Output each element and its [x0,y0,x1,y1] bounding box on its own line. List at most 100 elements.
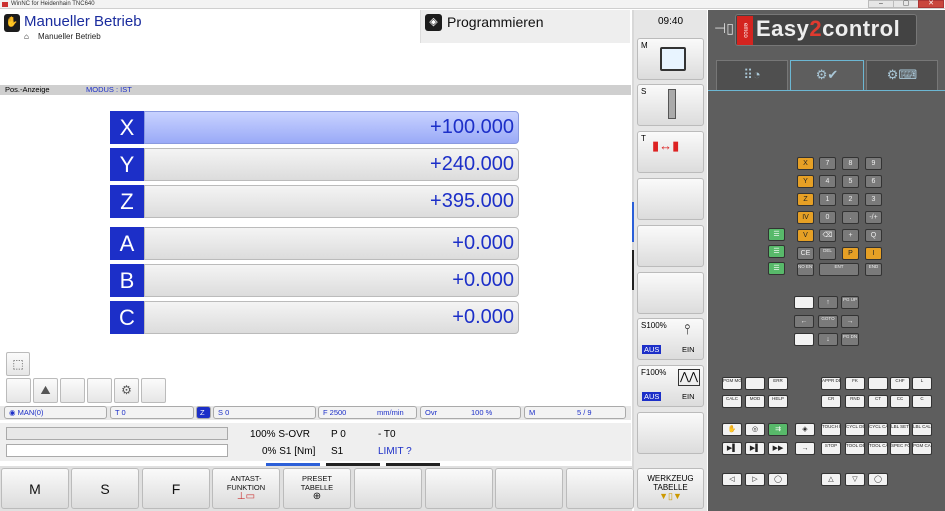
axis-row-x[interactable]: X +100.000 [110,111,519,144]
key-ce[interactable]: CE [797,247,814,260]
key-arrow-right[interactable]: → [841,315,859,328]
softkey-empty[interactable] [566,468,634,509]
key-axis-z[interactable]: Z [797,193,814,206]
key-rnd[interactable]: RND [845,395,865,408]
key-sign[interactable]: -/+ [865,211,882,224]
softkey-m[interactable]: M [1,468,69,509]
key-cycl-def[interactable]: CYCL DEF [845,423,865,436]
key-nav-blank[interactable] [794,296,814,309]
key-up-icon[interactable]: △ [821,473,841,486]
key-2[interactable]: 2 [842,193,859,206]
key-7[interactable]: 7 [819,157,836,170]
key-test-icon[interactable]: → [795,442,815,455]
plug-icon[interactable]: ⊣▯ [714,20,734,37]
key-blank[interactable] [745,377,765,390]
axis-row-b[interactable]: B +0.000 [110,264,519,297]
key-5[interactable]: 5 [842,175,859,188]
key-l[interactable]: L [912,377,932,390]
key-appr-dep[interactable]: APPR DEP [821,377,841,390]
key-ct[interactable]: CT [868,395,888,408]
tab-settings-active[interactable]: ⚙✔ [790,60,864,91]
key-ent[interactable]: ENT [819,263,859,276]
vsoftkey-empty[interactable] [637,272,704,314]
maximize-button[interactable]: ▢ [893,0,919,8]
key-insert-icon[interactable]: ☰ [768,245,785,258]
werkzeug-tabelle-softkey[interactable]: WERKZEUG TABELLE ▼▯▼ [637,468,704,509]
vsoftkey-empty[interactable] [637,225,704,267]
ein-toggle[interactable]: EIN [682,392,695,401]
key-0[interactable]: 0 [819,211,836,224]
key-backspace[interactable]: ⌫ [819,229,836,242]
key-auto-icon[interactable]: ▶▶ [768,442,788,455]
key-pgm-call[interactable]: PGM CALL [912,442,932,455]
key-arrow-up[interactable]: ↑ [818,296,838,309]
key-axis-x[interactable]: X [797,157,814,170]
key-tool-def[interactable]: TOOL DEF [845,442,865,455]
key-blank[interactable] [868,377,888,390]
key-manual-icon[interactable]: ✋ [722,423,742,436]
key-refresh-icon[interactable]: ◯ [868,473,888,486]
key-down-icon[interactable]: ▽ [845,473,865,486]
empty-slot-button[interactable] [6,378,31,403]
key-pg-dn[interactable]: PG DN [841,333,859,346]
aus-toggle[interactable]: AUS [642,345,662,354]
key-program-icon[interactable]: ◈ [795,423,815,436]
axis-row-c[interactable]: C +0.000 [110,301,519,334]
key-arrow-down[interactable]: ↓ [818,333,838,346]
key-8[interactable]: 8 [842,157,859,170]
key-touch-probe[interactable]: TOUCH PROBE [821,423,841,436]
empty-slot-button[interactable] [60,378,85,403]
softkey-s[interactable]: S [71,468,139,509]
selection-frame-icon[interactable]: ⬚ [6,352,30,376]
key-axis-y[interactable]: Y [797,175,814,188]
key-axis-v[interactable]: V [797,229,814,242]
key-dot[interactable]: . [842,211,859,224]
vsoftkey-empty[interactable] [637,178,704,220]
key-edit-icon[interactable]: ☰ [768,228,785,241]
minimize-button[interactable]: – [868,0,894,8]
axis-row-y[interactable]: Y +240.000 [110,148,519,181]
key-calc[interactable]: CALC [722,395,742,408]
spindle-override-softkey[interactable]: S100% AUS EIN ⫯ [637,318,704,360]
key-c[interactable]: C [912,395,932,408]
key-goto[interactable]: GOTO [818,315,838,328]
key-nav-blank[interactable] [794,333,814,346]
key-i[interactable]: I [865,247,882,260]
tab-keyboard[interactable]: ⚙⌨ [866,60,938,90]
softkey-antast-funktion[interactable]: ANTAST- FUNKTION ⊥▭ [212,468,280,509]
key-help[interactable]: HELP [768,395,788,408]
key-single-block-icon[interactable]: ▶▌ [722,442,742,455]
feed-override-softkey[interactable]: F100% AUS EIN ⋀⋀ [637,365,704,407]
key-program-icon[interactable]: ☰ [768,262,785,275]
program-mode-header[interactable]: ◈ Programmieren [420,10,630,43]
axis-row-z[interactable]: Z +395.000 [110,185,519,218]
ein-toggle[interactable]: EIN [682,345,695,354]
key-chf[interactable]: CHF [890,377,910,390]
softkey-f[interactable]: F [142,468,210,509]
key-plus[interactable]: + [842,229,859,242]
key-p[interactable]: P [842,247,859,260]
key-cycl-call[interactable]: CYCL CALL [868,423,888,436]
key-tool-call[interactable]: TOOL CALL [868,442,888,455]
close-button[interactable]: ✕ [918,0,944,8]
softkey-preset-tabelle[interactable]: PRESET TABELLE ⊕ [283,468,351,509]
key-1[interactable]: 1 [819,193,836,206]
key-stop[interactable]: STOP [821,442,841,455]
key-fk[interactable]: FK [845,377,865,390]
vsoftkey-t[interactable]: T ▮↔▮ [637,131,704,173]
machine-icon[interactable]: ⚙ [114,378,139,403]
softkey-empty[interactable] [354,468,422,509]
vsoftkey-s[interactable]: S [637,84,704,126]
key-4[interactable]: 4 [819,175,836,188]
key-mdi-icon[interactable]: ⇉ [768,423,788,436]
key-err[interactable]: ERR [768,377,788,390]
key-prev-icon[interactable]: ◁ [722,473,742,486]
workpiece-icon[interactable]: ⛰ [33,378,58,403]
key-axis-iv[interactable]: IV [797,211,814,224]
axis-row-a[interactable]: A +0.000 [110,227,519,260]
key-cr[interactable]: CR [821,395,841,408]
key-cc[interactable]: CC [890,395,910,408]
key-spec-fct[interactable]: SPEC FCT [890,442,910,455]
aus-toggle[interactable]: AUS [642,392,662,401]
key-del[interactable]: DEL [819,247,836,260]
